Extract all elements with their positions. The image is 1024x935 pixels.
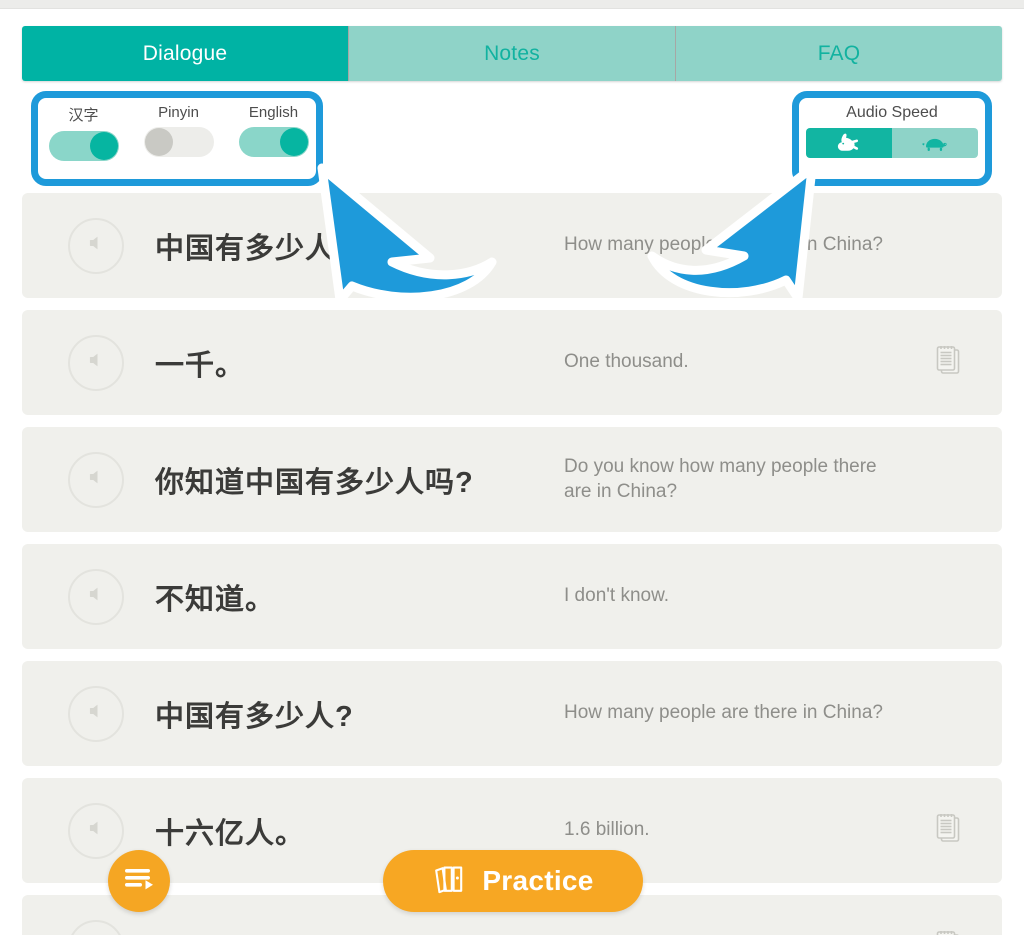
audio-speed-slow-option[interactable] — [892, 128, 978, 158]
dialogue-english: I don't know. — [564, 585, 670, 607]
play-audio-button[interactable] — [68, 334, 124, 391]
flashcards-icon — [432, 863, 468, 900]
play-audio-button[interactable] — [68, 802, 124, 859]
display-toggles-group: 汉字 Pinyin English — [45, 104, 312, 161]
audio-speed-segmented — [806, 128, 978, 158]
tab-faq-label: FAQ — [817, 41, 861, 65]
dialogue-hanzi: 你知道中国有多少人吗? — [155, 466, 474, 499]
tab-faq[interactable]: FAQ — [676, 26, 1002, 81]
practice-button[interactable]: Practice — [383, 850, 643, 912]
top-strip — [0, 0, 1024, 9]
dialogue-hanzi: 中国有多少人? — [155, 700, 354, 733]
table-row[interactable]: 中国有多少人? How many people are there in Chi… — [22, 661, 1002, 766]
toggle-hanzi[interactable]: 汉字 — [45, 104, 122, 161]
toggle-english[interactable]: English — [235, 104, 312, 157]
dialogue-hanzi: 一千。 — [155, 349, 246, 382]
toggle-english-knob — [279, 128, 308, 156]
dialogue-english: One thousand. — [564, 351, 689, 373]
table-row[interactable]: 不知道。 I don't know. — [22, 544, 1002, 649]
table-row[interactable]: 一千。 One thousand. — [22, 310, 1002, 415]
note-icon[interactable] — [934, 811, 964, 850]
tab-dialogue[interactable]: Dialogue — [22, 26, 349, 81]
speaker-icon — [87, 819, 105, 842]
tab-bar: Dialogue Notes FAQ — [22, 26, 1002, 81]
audio-speed-control: Audio Speed — [806, 104, 978, 158]
tab-dialogue-label: Dialogue — [142, 41, 228, 65]
speaker-icon — [87, 468, 105, 491]
speaker-icon — [87, 234, 105, 257]
toggle-pinyin-knob — [144, 128, 173, 156]
turtle-icon — [922, 133, 948, 153]
dialogue-english: How many people are there in China? — [564, 702, 883, 724]
toggle-pinyin-label: Pinyin — [158, 104, 199, 121]
dialogue-hanzi: 不知道。 — [155, 583, 276, 616]
toggle-english-switch[interactable] — [238, 127, 309, 157]
toggle-pinyin[interactable]: Pinyin — [140, 104, 217, 157]
app-root: Dialogue Notes FAQ 汉字 Pinyin English Aud… — [0, 0, 1024, 935]
dialogue-hanzi: 中国有多少人? — [155, 232, 354, 265]
toggle-hanzi-knob — [89, 132, 118, 160]
audio-speed-label: Audio Speed — [846, 104, 938, 121]
toggle-pinyin-switch[interactable] — [143, 127, 214, 157]
practice-label: Practice — [482, 865, 594, 896]
speaker-icon — [87, 702, 105, 725]
play-audio-button[interactable] — [68, 451, 124, 508]
play-audio-button[interactable] — [68, 685, 124, 742]
dialogue-english: Do you know how many people there are in… — [564, 456, 877, 502]
play-audio-button[interactable] — [68, 919, 124, 935]
dialogue-list[interactable]: 中国有多少人? How many people are there in Chi… — [0, 193, 1024, 935]
dialogue-english: How many people are there in China? — [564, 234, 883, 256]
speaker-icon — [87, 351, 105, 374]
toggle-hanzi-label: 汉字 — [68, 107, 99, 124]
toggle-hanzi-switch[interactable] — [48, 131, 119, 161]
note-icon[interactable] — [934, 928, 964, 935]
play-audio-button[interactable] — [68, 217, 124, 274]
tab-notes-label: Notes — [484, 41, 540, 65]
dialogue-english: 1.6 billion. — [564, 819, 650, 841]
speaker-icon — [87, 585, 105, 608]
table-row[interactable]: 你知道中国有多少人吗? Do you know how many people … — [22, 427, 1002, 532]
tab-notes[interactable]: Notes — [349, 26, 676, 81]
toggle-english-label: English — [248, 104, 299, 121]
note-icon[interactable] — [934, 343, 964, 382]
audio-speed-fast-option[interactable] — [806, 128, 892, 158]
play-audio-button[interactable] — [68, 568, 124, 625]
rabbit-icon — [836, 133, 862, 153]
playlist-play-icon — [123, 866, 155, 897]
dialogue-hanzi: 十六亿人。 — [155, 817, 306, 850]
playlist-fab-button[interactable] — [108, 850, 170, 912]
table-row[interactable]: 中国有多少人? How many people are there in Chi… — [22, 193, 1002, 298]
